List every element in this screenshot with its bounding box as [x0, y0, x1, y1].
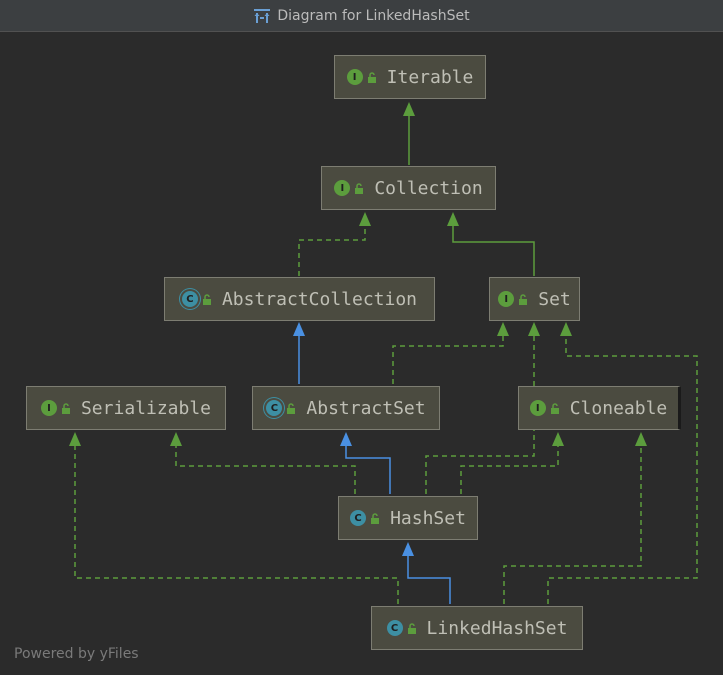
- interface-icon: I: [40, 400, 57, 416]
- abstract-class-icon: C: [181, 291, 198, 307]
- public-lock-icon: [367, 71, 376, 83]
- interface-icon: I: [498, 291, 515, 307]
- node-label: Set: [538, 288, 571, 310]
- interface-icon: I: [334, 180, 351, 196]
- uml-diagram-icon: [254, 8, 271, 23]
- node-label: Collection: [374, 177, 483, 199]
- class-icon: C: [350, 510, 367, 526]
- public-lock-icon: [371, 512, 380, 524]
- class-icon: C: [386, 620, 403, 636]
- node-label: LinkedHashSet: [426, 617, 568, 639]
- node-label: Cloneable: [569, 397, 668, 419]
- node-label: AbstractCollection: [221, 288, 418, 310]
- diagram-canvas[interactable]: [0, 32, 723, 675]
- node-set[interactable]: I Set: [489, 277, 580, 321]
- public-lock-icon: [61, 402, 70, 414]
- powered-by-label: Powered by yFiles: [14, 646, 139, 662]
- node-label: Serializable: [80, 397, 212, 419]
- public-lock-icon: [355, 182, 364, 194]
- node-label: Iterable: [386, 66, 474, 88]
- node-abstract-set[interactable]: C AbstractSet: [252, 386, 440, 430]
- node-hash-set[interactable]: C HashSet: [338, 496, 478, 540]
- public-lock-icon: [202, 293, 211, 305]
- window-title: Diagram for LinkedHashSet: [277, 7, 470, 24]
- node-serializable[interactable]: I Serializable: [26, 386, 226, 430]
- node-abstract-collection[interactable]: C AbstractCollection: [164, 277, 435, 321]
- node-collection[interactable]: I Collection: [321, 166, 496, 210]
- node-linked-hash-set[interactable]: C LinkedHashSet: [371, 606, 583, 650]
- interface-icon: I: [529, 400, 546, 416]
- abstract-class-icon: C: [266, 400, 283, 416]
- public-lock-icon: [287, 402, 296, 414]
- interface-icon: I: [346, 69, 363, 85]
- public-lock-icon: [407, 622, 416, 634]
- window-title-bar: Diagram for LinkedHashSet: [0, 0, 723, 32]
- public-lock-icon: [550, 402, 559, 414]
- node-iterable[interactable]: I Iterable: [334, 55, 486, 99]
- node-cloneable[interactable]: I Cloneable: [518, 386, 681, 430]
- public-lock-icon: [519, 293, 528, 305]
- node-label: AbstractSet: [306, 397, 426, 419]
- node-label: HashSet: [390, 507, 466, 529]
